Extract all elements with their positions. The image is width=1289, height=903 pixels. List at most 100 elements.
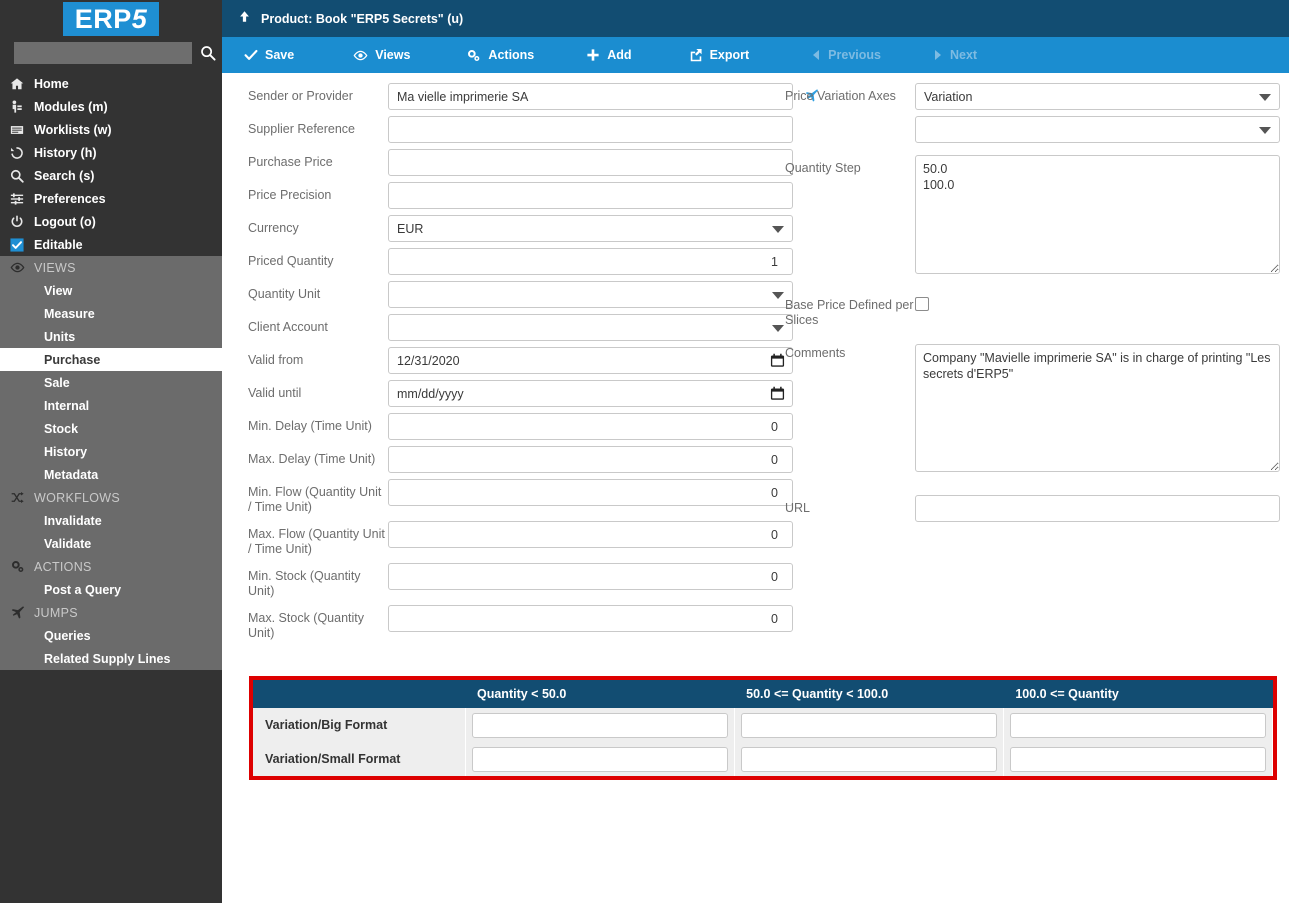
max-stock-input[interactable] — [388, 605, 793, 632]
sidebar-item-metadata[interactable]: Metadata — [0, 463, 222, 486]
next-button[interactable]: Next — [933, 37, 977, 73]
sidebar-item-history-view[interactable]: History — [0, 440, 222, 463]
sidebar-groups: VIEWS View Measure Units Purchase Sale I… — [0, 256, 222, 670]
sidebar-item-measure[interactable]: Measure — [0, 302, 222, 325]
page-titlebar: Product: Book "ERP5 Secrets" (u) — [222, 0, 1289, 37]
sidebar-item-label: Purchase — [44, 352, 101, 367]
field-label: Max. Delay (Time Unit) — [248, 452, 376, 466]
field-url: URL — [785, 495, 1280, 522]
sidebar-item-sale[interactable]: Sale — [0, 371, 222, 394]
sidebar-item-logout[interactable]: Logout (o) — [0, 210, 222, 233]
logo[interactable]: ERP5 — [0, 0, 222, 38]
price-cell-input[interactable] — [740, 712, 997, 738]
search-icon[interactable] — [200, 45, 216, 61]
max-delay-input[interactable] — [388, 446, 793, 473]
valid-until-input[interactable] — [388, 380, 793, 407]
sidebar-group-label: ACTIONS — [34, 559, 92, 574]
sidebar-item-label: Stock — [44, 421, 79, 436]
cell-small-format-col3 — [1003, 742, 1274, 776]
sidebar-item-label: Post a Query — [44, 582, 122, 597]
sidebar-item-label: Measure — [44, 306, 95, 321]
field-min-delay: Min. Delay (Time Unit) — [248, 413, 793, 440]
min-stock-input[interactable] — [388, 563, 793, 590]
sidebar-item-modules[interactable]: Modules (m) — [0, 95, 222, 118]
column-header-qty-50-to-100: 50.0 <= Quantity < 100.0 — [734, 680, 1004, 708]
price-precision-input[interactable] — [388, 182, 793, 209]
sidebar-item-history[interactable]: History (h) — [0, 141, 222, 164]
sidebar-item-units[interactable]: Units — [0, 325, 222, 348]
sidebar-item-queries[interactable]: Queries — [0, 624, 222, 647]
sidebar-item-post-a-query[interactable]: Post a Query — [0, 578, 222, 601]
field-label: Quantity Unit — [248, 287, 321, 301]
plane-icon — [10, 605, 34, 620]
price-cell-input[interactable] — [1009, 746, 1266, 772]
sidebar-item-view[interactable]: View — [0, 279, 222, 302]
check-icon — [244, 48, 258, 62]
sidebar-item-label: Modules (m) — [34, 99, 108, 114]
field-max-flow: Max. Flow (Quantity Unit / Time Unit) — [248, 521, 793, 557]
search-input[interactable] — [14, 42, 192, 64]
sidebar-item-search[interactable]: Search (s) — [0, 164, 222, 187]
price-cell-input[interactable] — [740, 746, 997, 772]
field-max-delay: Max. Delay (Time Unit) — [248, 446, 793, 473]
save-button[interactable]: Save — [244, 37, 294, 73]
sidebar-item-label: Preferences — [34, 191, 106, 206]
quantity-step-textarea[interactable] — [915, 155, 1280, 274]
history-icon — [10, 146, 34, 160]
price-cell-input[interactable] — [1009, 712, 1266, 738]
sidebar-item-stock[interactable]: Stock — [0, 417, 222, 440]
quantity-unit-select[interactable] — [388, 281, 793, 308]
sidebar-item-home[interactable]: Home — [0, 72, 222, 95]
sidebar-item-label: Logout (o) — [34, 214, 96, 229]
field-label: Supplier Reference — [248, 122, 356, 136]
plus-icon — [586, 48, 600, 62]
sender-or-provider-input[interactable] — [388, 83, 793, 110]
actions-label: Actions — [488, 48, 535, 62]
sidebar-item-worklists[interactable]: Worklists (w) — [0, 118, 222, 141]
sidebar-item-label: Metadata — [44, 467, 99, 482]
row-label-big-format: Variation/Big Format — [253, 708, 466, 742]
priced-quantity-input[interactable] — [388, 248, 793, 275]
supplier-reference-input[interactable] — [388, 116, 793, 143]
save-label: Save — [265, 48, 295, 62]
min-flow-input[interactable] — [388, 479, 793, 506]
valid-from-input[interactable] — [388, 347, 793, 374]
sidebar-item-preferences[interactable]: Preferences — [0, 187, 222, 210]
previous-button[interactable]: Previous — [811, 37, 881, 73]
table-corner-cell — [253, 680, 465, 708]
sidebar-item-internal[interactable]: Internal — [0, 394, 222, 417]
sidebar-item-label: Invalidate — [44, 513, 102, 528]
sidebar-item-invalidate[interactable]: Invalidate — [0, 509, 222, 532]
column-header-qty-lt-50: Quantity < 50.0 — [465, 680, 735, 708]
table-row: Variation/Big Format — [253, 708, 1274, 742]
sidebar-item-purchase[interactable]: Purchase — [0, 348, 222, 371]
add-button[interactable]: Add — [586, 37, 632, 73]
client-account-select[interactable] — [388, 314, 793, 341]
price-cell-input[interactable] — [471, 712, 728, 738]
price-cell-input[interactable] — [471, 746, 728, 772]
sidebar-item-editable[interactable]: Editable — [0, 233, 222, 256]
url-input[interactable] — [915, 495, 1280, 522]
sidebar-item-related-supply-lines[interactable]: Related Supply Lines — [0, 647, 222, 670]
field-client-account: Client Account — [248, 314, 793, 341]
comments-textarea[interactable] — [915, 344, 1280, 472]
home-icon — [10, 77, 34, 91]
base-price-per-slices-checkbox[interactable] — [915, 297, 929, 311]
sidebar-item-label: Editable — [34, 237, 83, 252]
field-currency: Currency — [248, 215, 793, 242]
currency-select[interactable] — [388, 215, 793, 242]
field-price-variation-axes: Price Variation Axes — [785, 83, 1280, 143]
actions-button[interactable]: Actions — [466, 37, 534, 73]
field-valid-until: Valid until — [248, 380, 793, 407]
views-button[interactable]: Views — [353, 37, 410, 73]
field-min-flow: Min. Flow (Quantity Unit / Time Unit) — [248, 479, 793, 515]
max-flow-input[interactable] — [388, 521, 793, 548]
min-delay-input[interactable] — [388, 413, 793, 440]
purchase-price-input[interactable] — [388, 149, 793, 176]
arrow-up-icon[interactable] — [238, 10, 251, 28]
export-button[interactable]: Export — [689, 37, 749, 73]
sidebar-item-validate[interactable]: Validate — [0, 532, 222, 555]
price-variation-axes-select-2[interactable] — [915, 116, 1280, 143]
price-variation-axes-select-1[interactable] — [915, 83, 1280, 110]
form-column-left: Sender or Provider Supplier Reference Pu… — [248, 83, 819, 647]
